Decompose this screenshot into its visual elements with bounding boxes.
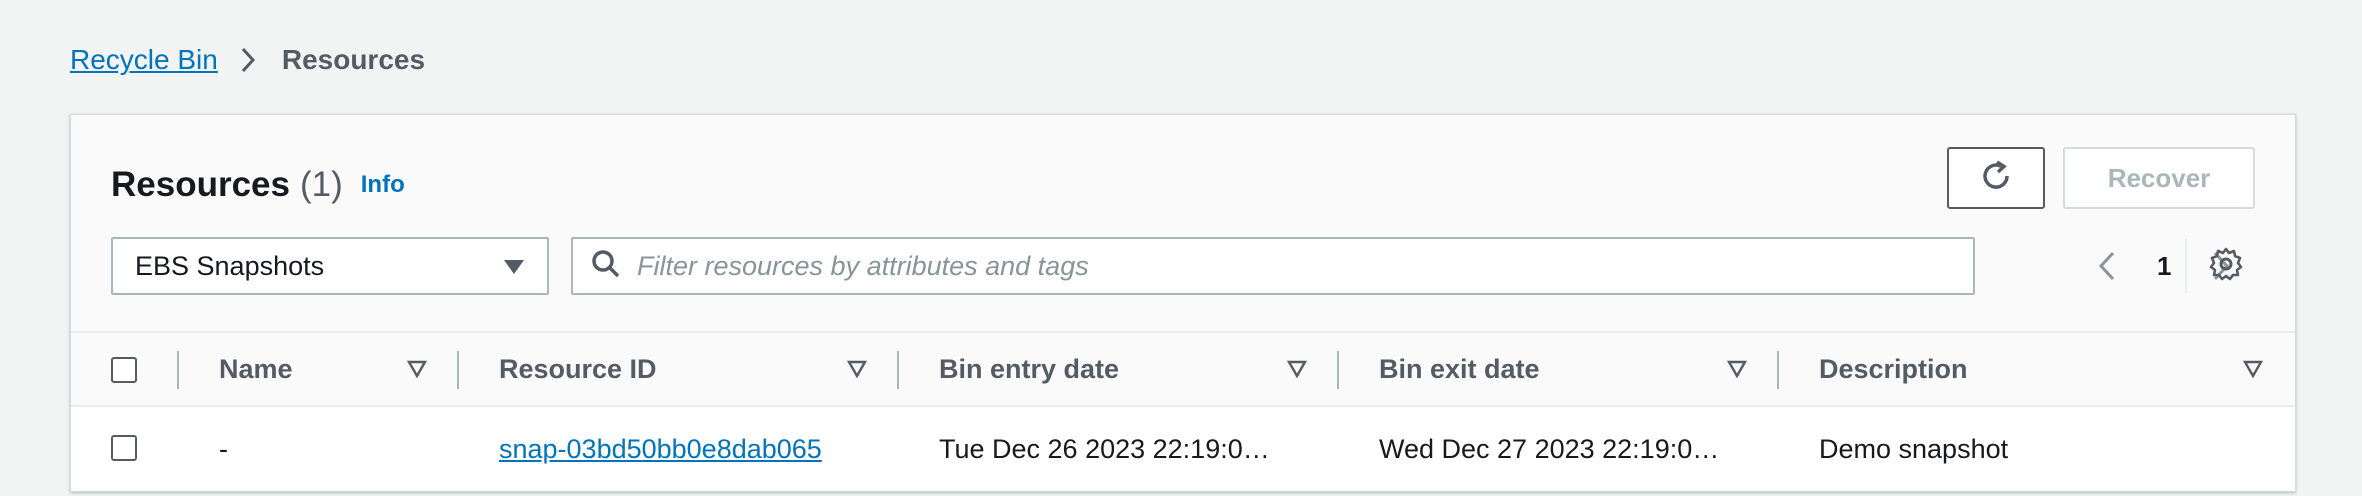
row-checkbox[interactable] <box>111 435 137 461</box>
sort-icon[interactable] <box>406 359 428 379</box>
cell-name: - <box>219 433 228 464</box>
current-page[interactable]: 1 <box>2157 251 2171 282</box>
resource-type-select[interactable]: EBS Snapshots <box>111 237 549 295</box>
sort-icon[interactable] <box>2242 359 2264 379</box>
search-box <box>571 237 1975 295</box>
cell-bin-exit-date: Wed Dec 27 2023 22:19:0… <box>1379 433 1720 464</box>
refresh-button[interactable] <box>1947 147 2045 209</box>
recover-button[interactable]: Recover <box>2063 147 2255 209</box>
column-header-resource-id[interactable]: Resource ID <box>499 333 657 405</box>
refresh-icon <box>1977 157 2015 200</box>
sort-icon[interactable] <box>1726 359 1748 379</box>
panel-header: Resources (1) Info <box>111 155 405 215</box>
select-all-checkbox[interactable] <box>111 357 137 383</box>
caret-down-icon <box>503 251 525 282</box>
table-header: Name Resource ID Bin entry date Bin exit… <box>71 331 2295 407</box>
column-header-bin-entry-date[interactable]: Bin entry date <box>939 333 1119 405</box>
page-title: Resources <box>111 165 290 204</box>
column-divider <box>897 351 899 389</box>
column-divider <box>1777 351 1779 389</box>
sort-icon[interactable] <box>1286 359 1308 379</box>
column-header-description[interactable]: Description <box>1819 333 1968 405</box>
column-divider <box>1337 351 1339 389</box>
resource-count: (1) <box>299 165 343 204</box>
search-icon <box>591 249 621 284</box>
info-link[interactable]: Info <box>361 171 405 199</box>
column-divider <box>177 351 179 389</box>
chevron-right-icon <box>240 45 260 75</box>
breadcrumb: Recycle Bin Resources <box>70 40 425 80</box>
breadcrumb-recycle-bin[interactable]: Recycle Bin <box>70 44 218 76</box>
column-header-name[interactable]: Name <box>219 333 293 405</box>
table-row: - snap-03bd50bb0e8dab065 Tue Dec 26 2023… <box>71 407 2295 491</box>
resources-panel: Resources (1) Info Recover EBS Snapshots <box>70 114 2296 492</box>
cell-resource-id-link[interactable]: snap-03bd50bb0e8dab065 <box>499 407 822 491</box>
breadcrumb-resources: Resources <box>281 44 426 75</box>
resource-type-value: EBS Snapshots <box>135 250 325 281</box>
column-divider <box>457 351 459 389</box>
previous-page-button[interactable] <box>2087 246 2127 286</box>
cell-bin-entry-date: Tue Dec 26 2023 22:19:0… <box>939 433 1270 464</box>
search-input[interactable] <box>635 249 1955 283</box>
column-header-bin-exit-date[interactable]: Bin exit date <box>1379 333 1540 405</box>
pager-divider <box>2185 239 2187 293</box>
gear-icon <box>2208 246 2244 287</box>
sort-icon[interactable] <box>846 359 868 379</box>
cell-description: Demo snapshot <box>1819 433 2009 464</box>
settings-button[interactable] <box>2205 245 2247 287</box>
